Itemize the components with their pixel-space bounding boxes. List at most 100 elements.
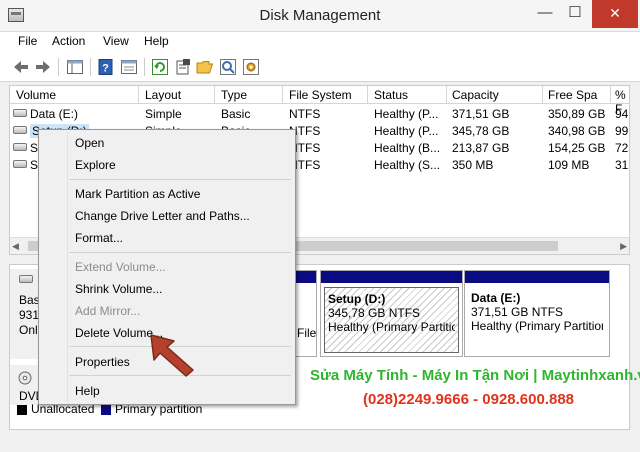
- column-capacity[interactable]: Capacity: [452, 88, 499, 102]
- volume-status: Healthy (P...: [374, 107, 439, 121]
- volume-name: Data (E:): [30, 107, 79, 121]
- partition-size: 371,51 GB NTFS: [471, 305, 564, 319]
- volume-percent-free: 72: [615, 141, 629, 155]
- volume-capacity: 345,78 GB: [452, 124, 510, 138]
- partition-size: 345,78 GB NTFS: [328, 306, 421, 320]
- pointer-arrow-icon: [150, 334, 194, 377]
- partition-block-system[interactable]: File: [295, 270, 317, 357]
- partition-color-bar: [321, 271, 462, 283]
- toolbar-separator: [144, 58, 145, 76]
- minimize-button[interactable]: —: [530, 0, 560, 28]
- menu-item-help[interactable]: Help: [40, 380, 294, 402]
- menu-file[interactable]: File: [18, 34, 37, 48]
- partition-color-bar: [465, 271, 609, 283]
- partition-name: Data (E:): [471, 291, 521, 305]
- forward-icon[interactable]: [34, 58, 52, 76]
- menu-item-mark-active[interactable]: Mark Partition as Active: [40, 183, 294, 205]
- partition-color-bar: [296, 271, 316, 283]
- disk-management-window: Disk Management — ☐ ✕ File Action View H…: [0, 0, 640, 452]
- volume-free-space: 340,98 GB: [548, 124, 606, 138]
- column-divider[interactable]: [446, 86, 447, 104]
- legend-swatch-unallocated: [17, 405, 27, 415]
- menu-item-add-mirror: Add Mirror...: [75, 304, 141, 318]
- menu-item-format[interactable]: Format...: [40, 227, 294, 249]
- volume-file-system: NTFS: [289, 107, 321, 121]
- drive-icon: [13, 109, 27, 117]
- menu-help[interactable]: Help: [144, 34, 169, 48]
- volume-list-header: Volume Layout Type File System Status Ca…: [10, 86, 629, 116]
- volume-status: Healthy (P...: [374, 124, 439, 138]
- volume-status: Healthy (B...: [374, 141, 441, 155]
- volume-free-space: 154,25 GB: [548, 141, 606, 155]
- menu-separator: [69, 252, 291, 253]
- close-button[interactable]: ✕: [592, 0, 638, 28]
- menu-separator: [69, 179, 291, 180]
- disk-icon: [19, 275, 33, 283]
- column-status[interactable]: Status: [374, 88, 408, 102]
- dvd-drive-icon: [18, 371, 32, 385]
- volume-percent-free: 31: [615, 158, 629, 172]
- watermark-line-2: (028)2249.9666 - 0928.600.888: [363, 391, 575, 408]
- open-folder-icon[interactable]: [196, 58, 214, 76]
- column-divider[interactable]: [214, 86, 215, 104]
- partition-block-setup[interactable]: Setup (D:) 345,78 GB NTFS Healthy (Prima…: [320, 270, 463, 357]
- partition-body-selected: Setup (D:) 345,78 GB NTFS Healthy (Prima…: [324, 287, 459, 353]
- column-type[interactable]: Type: [221, 88, 247, 102]
- column-divider[interactable]: [138, 86, 139, 104]
- partition-body: Data (E:) 371,51 GB NTFS Healthy (Primar…: [468, 287, 606, 353]
- partition-status: Healthy (Primary Partition: [328, 320, 455, 334]
- volume-status: Healthy (S...: [374, 158, 441, 172]
- volume-row[interactable]: Data (E:) Simple Basic NTFS Healthy (P..…: [10, 105, 629, 122]
- toolbar: ?: [0, 52, 640, 82]
- menu-view[interactable]: View: [103, 34, 129, 48]
- drive-icon: [13, 126, 27, 134]
- volume-capacity: 371,51 GB: [452, 107, 510, 121]
- volume-capacity: 213,87 GB: [452, 141, 510, 155]
- legend-swatch-primary: [101, 405, 111, 415]
- settings-icon[interactable]: [242, 58, 260, 76]
- column-divider[interactable]: [610, 86, 611, 104]
- volume-type: Basic: [221, 107, 251, 121]
- menu-bar: File Action View Help: [0, 32, 640, 52]
- column-file-system[interactable]: File System: [289, 88, 352, 102]
- scroll-right-arrow-icon[interactable]: ▶: [620, 241, 627, 252]
- toolbar-separator: [58, 58, 59, 76]
- show-hide-console-tree-icon[interactable]: [66, 58, 84, 76]
- maximize-button[interactable]: ☐: [560, 0, 590, 28]
- volume-percent-free: 99: [615, 124, 629, 138]
- help-icon[interactable]: ?: [97, 58, 115, 76]
- properties-icon[interactable]: [174, 58, 192, 76]
- column-free-space[interactable]: Free Spa: [548, 88, 597, 102]
- drive-icon: [13, 143, 27, 151]
- column-volume[interactable]: Volume: [16, 88, 56, 102]
- volume-free-space: 109 MB: [548, 158, 590, 172]
- properties-view-icon[interactable]: [120, 58, 138, 76]
- watermark-line-1: Sửa Máy Tính - Máy In Tận Nơi | Maytinhx…: [310, 367, 640, 384]
- svg-text:?: ?: [102, 63, 109, 75]
- menu-action[interactable]: Action: [52, 34, 85, 48]
- menu-item-explore[interactable]: Explore: [40, 154, 294, 176]
- column-layout[interactable]: Layout: [145, 88, 181, 102]
- menu-item-open[interactable]: Open: [40, 132, 294, 154]
- partition-block-data[interactable]: Data (E:) 371,51 GB NTFS Healthy (Primar…: [464, 270, 610, 357]
- search-icon[interactable]: [219, 58, 237, 76]
- menu-item-shrink-volume[interactable]: Shrink Volume...: [40, 278, 294, 300]
- volume-percent-free: 94: [615, 107, 629, 121]
- column-divider[interactable]: [367, 86, 368, 104]
- column-divider[interactable]: [282, 86, 283, 104]
- partition-status-fragment: File: [297, 326, 317, 340]
- menu-item-change-drive-letter[interactable]: Change Drive Letter and Paths...: [40, 205, 294, 227]
- volume-capacity: 350 MB: [452, 158, 494, 172]
- volume-layout: Simple: [145, 107, 182, 121]
- title-bar: Disk Management — ☐ ✕: [0, 0, 640, 32]
- scroll-left-arrow-icon[interactable]: ◀: [12, 241, 19, 252]
- disk-0-status: Onl: [19, 323, 38, 337]
- partition-name: Setup (D:): [328, 292, 386, 306]
- drive-icon: [13, 160, 27, 168]
- back-icon[interactable]: [12, 58, 30, 76]
- column-divider[interactable]: [542, 86, 543, 104]
- partition-status: Healthy (Primary Partition: [471, 319, 603, 333]
- toolbar-separator: [90, 58, 91, 76]
- refresh-icon[interactable]: [151, 58, 169, 76]
- menu-item-extend-volume: Extend Volume...: [75, 260, 166, 274]
